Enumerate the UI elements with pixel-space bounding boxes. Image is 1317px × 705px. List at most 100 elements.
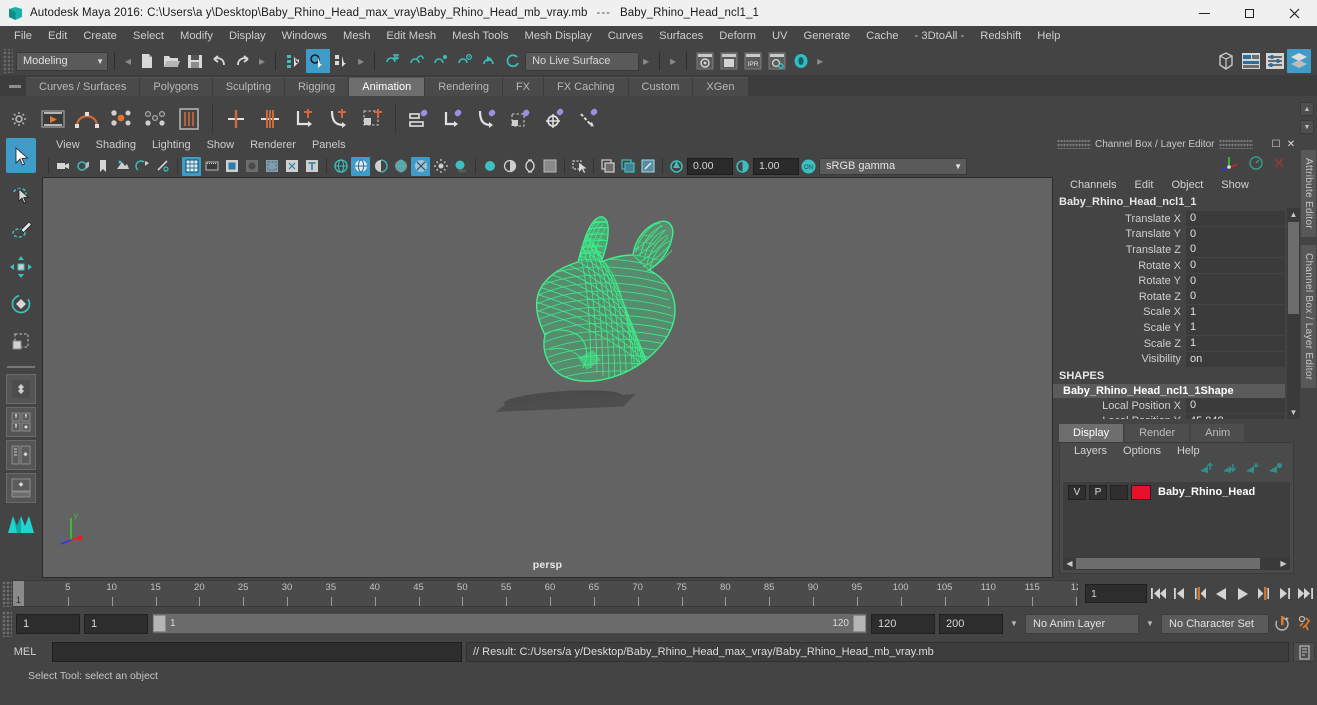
channel-row-local-position-y[interactable]: Local Position Y 45.048 [1053, 413, 1300, 419]
step-back-keyframe-button[interactable] [1170, 583, 1189, 605]
menu-display[interactable]: Display [221, 27, 274, 46]
channel-row-rotate-y[interactable]: Rotate Y 0 [1053, 273, 1300, 289]
anim-start-time-field[interactable]: 1 [16, 613, 80, 634]
shade-selected-items-icon[interactable] [371, 157, 390, 176]
anim-end-time-field[interactable]: 200 [939, 613, 1003, 634]
key-selected-shelf-button[interactable] [287, 102, 321, 136]
panel-close-icon[interactable]: ✕ [1285, 139, 1297, 150]
channel-value[interactable]: 45.048 [1186, 413, 1285, 419]
set-key-translate-shelf-button[interactable] [219, 102, 253, 136]
rotate-tool-button[interactable] [6, 286, 36, 321]
show-hide-channel-box-button[interactable] [1287, 49, 1311, 73]
show-hide-attribute-editor-button[interactable] [1239, 49, 1263, 73]
film-gate-display-icon[interactable] [262, 157, 281, 176]
menu-mesh-tools[interactable]: Mesh Tools [444, 27, 516, 46]
channel-row-rotate-x[interactable]: Rotate X 0 [1053, 258, 1300, 274]
motion-blur-icon[interactable] [480, 157, 499, 176]
channelbox-menu-channels[interactable]: Channels [1061, 177, 1125, 194]
range-slider-grip[interactable] [2, 610, 12, 637]
current-frame-field[interactable]: 1 [1085, 584, 1147, 603]
expand-right-icon[interactable]: ▸ [666, 54, 680, 68]
dock-tab-attribute-editor[interactable]: Attribute Editor [1301, 150, 1316, 237]
tab-render[interactable]: Render [1125, 424, 1190, 442]
breakdown-key-shelf-button[interactable] [138, 102, 172, 136]
channel-value[interactable]: on [1186, 351, 1285, 367]
menu-create[interactable]: Create [75, 27, 125, 46]
auto-keyframe-toggle-button[interactable] [1273, 613, 1292, 635]
channel-row-translate-y[interactable]: Translate Y 0 [1053, 226, 1300, 243]
panel-drag-grip[interactable] [1057, 139, 1091, 149]
set-key-rotate-shelf-button[interactable] [253, 102, 287, 136]
expand-right-icon[interactable]: ▸ [255, 54, 269, 68]
show-hide-modeling-toolkit-button[interactable] [1215, 49, 1239, 73]
channel-value[interactable]: 1 [1186, 304, 1285, 320]
expand-right-icon[interactable]: ▸ [813, 54, 827, 68]
make-live-button[interactable] [501, 49, 525, 73]
panel-drag-grip-right[interactable] [1218, 139, 1253, 149]
isolate-select-icon[interactable] [569, 157, 588, 176]
menu-deform[interactable]: Deform [711, 27, 764, 46]
viewport-menu-renderer[interactable]: Renderer [242, 137, 304, 154]
menu-modify[interactable]: Modify [172, 27, 221, 46]
grid-toggle-icon[interactable] [182, 156, 201, 176]
channel-value[interactable]: 0 [1186, 258, 1285, 274]
gate-mask-icon[interactable] [242, 157, 261, 176]
menu-edit[interactable]: Edit [40, 27, 75, 46]
shelf-scroll-down-icon[interactable]: ▼ [1300, 120, 1314, 134]
anti-alias-icon[interactable] [520, 157, 539, 176]
screen-space-ao-icon[interactable] [540, 157, 559, 176]
select-by-object-button[interactable] [306, 49, 331, 73]
step-back-frame-button[interactable] [1191, 583, 1210, 605]
select-camera-icon[interactable] [53, 157, 72, 176]
wireframe-shading-icon[interactable] [331, 157, 350, 176]
command-input[interactable] [52, 642, 462, 662]
snap-to-point-button[interactable] [429, 49, 453, 73]
exposure-field[interactable]: 0.00 [687, 157, 733, 175]
exposure-icon[interactable] [153, 157, 172, 176]
layer-visibility-toggle[interactable]: V [1068, 484, 1086, 500]
scroll-up-icon[interactable]: ▲ [1287, 208, 1300, 221]
channel-row-scale-z[interactable]: Scale Z 1 [1053, 336, 1300, 352]
chevron-down-icon[interactable]: ▼ [1143, 619, 1157, 628]
menu-edit-mesh[interactable]: Edit Mesh [378, 27, 444, 46]
snap-to-projected-center-button[interactable] [453, 49, 477, 73]
manipulator-axis-icon[interactable] [1220, 154, 1240, 175]
constraint-pole-vector-shelf-button[interactable] [572, 102, 606, 136]
layer-menu-options[interactable]: Options [1115, 443, 1169, 460]
shelf-tab-fx[interactable]: FX [502, 77, 544, 96]
channel-value[interactable]: 0 [1186, 211, 1285, 227]
menu-redshift[interactable]: Redshift [972, 27, 1029, 46]
range-slider[interactable]: 1 120 [152, 613, 867, 634]
menu-uv[interactable]: UV [764, 27, 796, 46]
channel-row-local-position-x[interactable]: Local Position X 0 [1053, 398, 1300, 414]
color-management-dropdown[interactable]: sRGB gamma ▼ [819, 157, 967, 175]
redo-render-button[interactable] [717, 49, 741, 73]
create-layer-from-selected-icon[interactable] [1268, 462, 1283, 478]
shadows-icon[interactable] [451, 157, 470, 176]
layer-name[interactable]: Baby_Rhino_Head [1158, 486, 1255, 498]
open-scene-button[interactable] [159, 49, 183, 73]
menu-surfaces[interactable]: Surfaces [651, 27, 711, 46]
tab-display[interactable]: Display [1059, 424, 1124, 442]
play-forwards-button[interactable] [1233, 583, 1252, 605]
statusline-grip[interactable] [2, 49, 13, 73]
layer-playback-toggle[interactable]: P [1089, 484, 1107, 500]
channel-row-translate-z[interactable]: Translate Z 0 [1053, 242, 1300, 258]
layer-color-swatch[interactable] [1131, 484, 1151, 500]
shelf-tab-polygons[interactable]: Polygons [140, 77, 212, 96]
play-backwards-button[interactable] [1212, 583, 1231, 605]
hypershade-button[interactable] [789, 49, 813, 73]
animation-preferences-button[interactable] [1296, 613, 1315, 635]
move-layer-down-icon[interactable] [1222, 462, 1237, 478]
scroll-left-icon[interactable]: ◀ [1063, 559, 1076, 568]
live-surface-field[interactable]: No Live Surface [525, 51, 640, 71]
menu-help[interactable]: Help [1029, 27, 1068, 46]
close-button[interactable] [1272, 0, 1317, 26]
script-editor-button[interactable] [1293, 642, 1315, 662]
layer-menu-layers[interactable]: Layers [1066, 443, 1115, 460]
range-slider-left-handle[interactable] [153, 615, 166, 632]
constraint-orient-shelf-button[interactable] [470, 102, 504, 136]
channel-value[interactable]: 1 [1186, 320, 1285, 336]
viewport-menu-panels[interactable]: Panels [304, 137, 354, 154]
constraint-parent-shelf-button[interactable] [402, 102, 436, 136]
